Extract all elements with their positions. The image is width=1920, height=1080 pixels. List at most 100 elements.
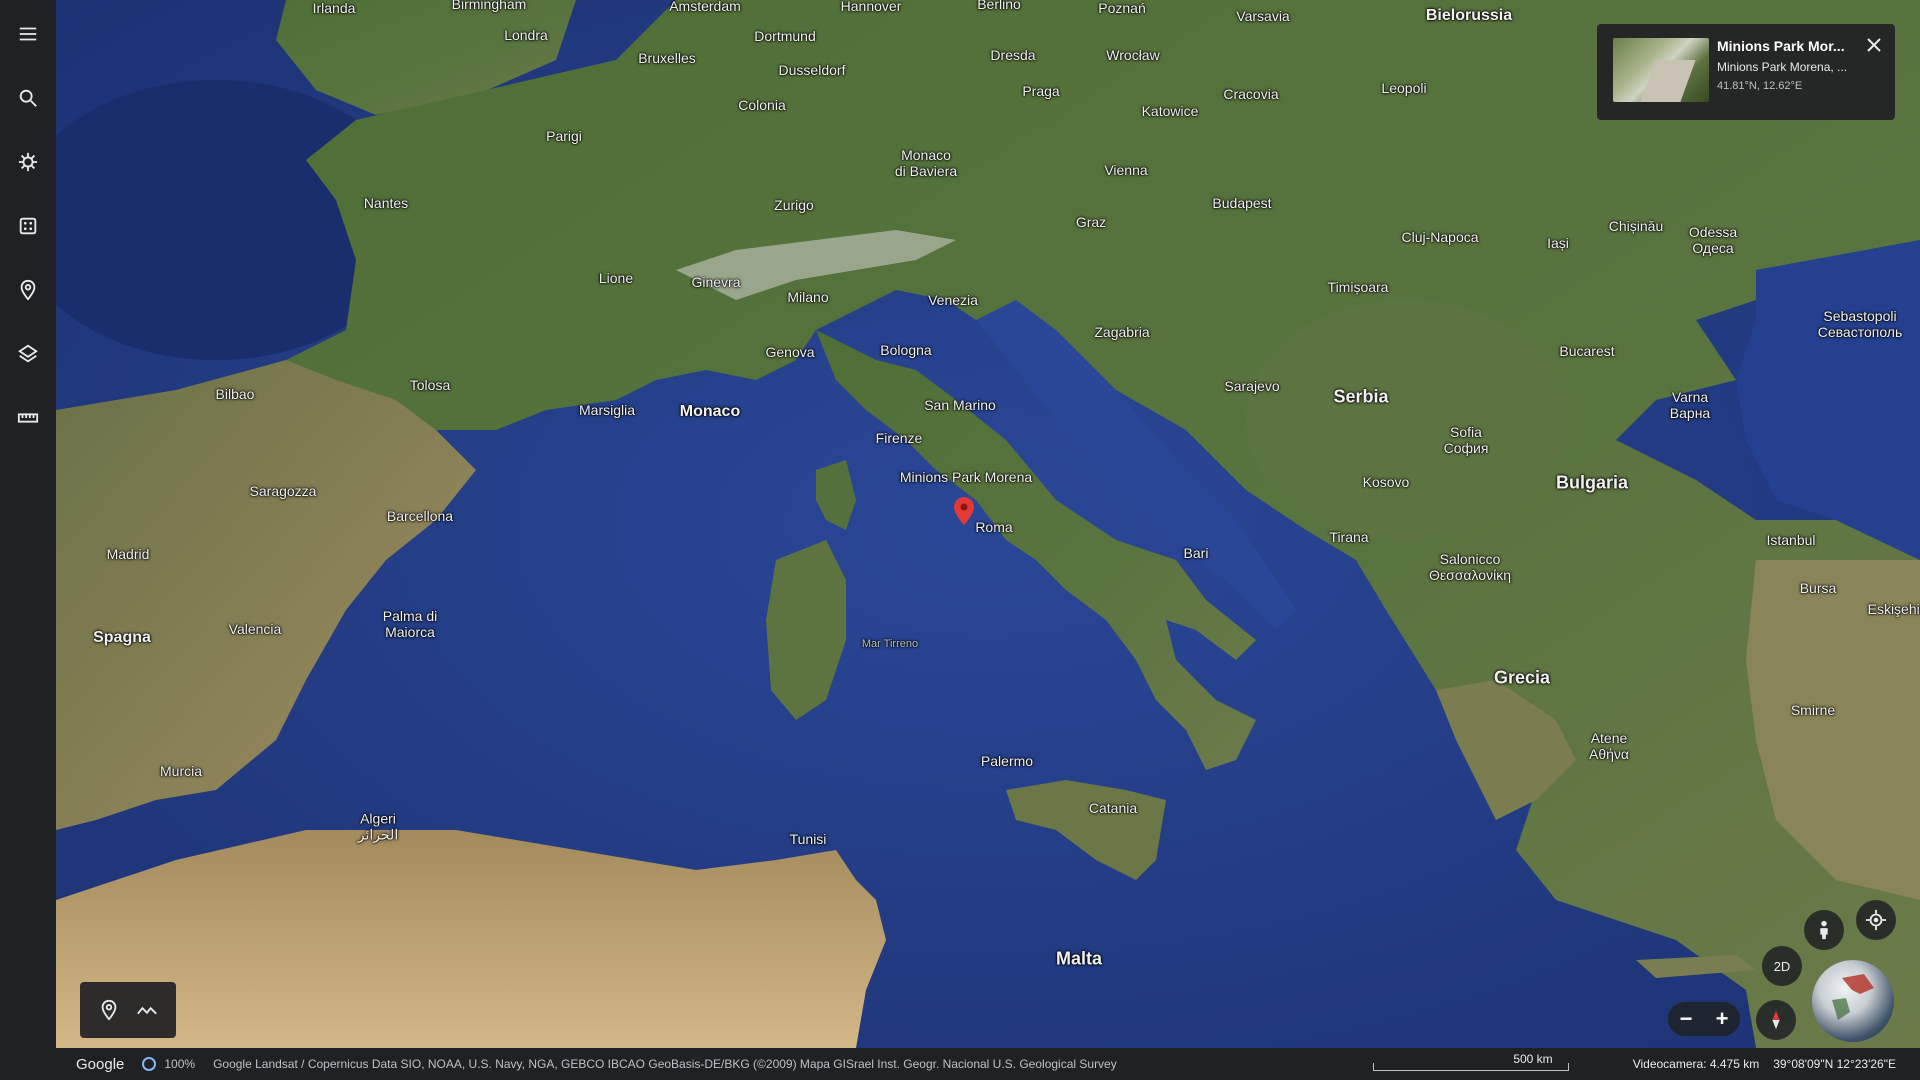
place-coordinates: 41.81°N, 12.62°E bbox=[1717, 80, 1803, 92]
place-label-bruxelles: Bruxelles bbox=[638, 50, 696, 66]
place-label-hannover: Hannover bbox=[840, 0, 902, 14]
pin-icon bbox=[20, 279, 36, 301]
compass-button[interactable] bbox=[1756, 1000, 1796, 1040]
place-label-zagabria: Zagabria bbox=[1094, 324, 1150, 340]
place-label-ginevra: Ginevra bbox=[691, 274, 741, 290]
place-label-graz: Graz bbox=[1075, 214, 1107, 230]
add-placemark-button[interactable] bbox=[95, 996, 123, 1024]
place-info-card[interactable]: Minions Park Mor... Minions Park Morena,… bbox=[1597, 24, 1895, 120]
loading-percentage: 100% bbox=[164, 1057, 196, 1071]
place-label-bursa: Bursa bbox=[1799, 580, 1837, 596]
place-label-varsavia: Varsavia bbox=[1236, 8, 1290, 24]
place-label-dusseldorf: Dusseldorf bbox=[778, 62, 846, 78]
place-thumbnail[interactable] bbox=[1613, 38, 1709, 102]
place-label-serbia: Serbia bbox=[1333, 386, 1389, 407]
place-label-odessa: Odessa Одеса bbox=[1688, 224, 1738, 256]
place-label-bologna: Bologna bbox=[880, 342, 932, 358]
status-bar: Google 100% Google Landsat / Copernicus … bbox=[56, 1048, 1920, 1080]
place-label-parigi: Parigi bbox=[546, 128, 582, 144]
place-label-lione: Lione bbox=[598, 270, 634, 286]
place-label-san-marino: San Marino bbox=[924, 397, 996, 413]
place-label-leopoli: Leopoli bbox=[1381, 80, 1427, 96]
place-label-irlanda: Irlanda bbox=[312, 0, 356, 16]
place-label-nantes: Nantes bbox=[363, 195, 409, 211]
camera-altitude: Videocamera: 4.475 km bbox=[1632, 1057, 1760, 1071]
close-card-button[interactable] bbox=[1865, 36, 1883, 54]
place-label-palma: Palma di Maiorca bbox=[382, 608, 438, 640]
my-location-icon bbox=[1865, 909, 1887, 931]
projects-button[interactable] bbox=[8, 270, 48, 310]
place-label-vienna: Vienna bbox=[1104, 162, 1148, 178]
place-label-salonicco: Salonicco Θεσσαλονίκη bbox=[1429, 551, 1511, 583]
street-view-button[interactable] bbox=[1804, 910, 1844, 950]
place-label-bari: Bari bbox=[1183, 545, 1209, 561]
draw-line-button[interactable] bbox=[133, 996, 161, 1024]
zoom-in-button[interactable]: + bbox=[1707, 1004, 1737, 1034]
place-label-mar-tirreno: Mar Tirreno bbox=[861, 638, 919, 650]
place-label-londra: Londra bbox=[504, 27, 548, 43]
place-label-bilbao: Bilbao bbox=[215, 386, 255, 402]
place-label-amsterdam: Amsterdam bbox=[669, 0, 741, 14]
place-label-tolosa: Tolosa bbox=[409, 377, 451, 393]
place-label-saragozza: Saragozza bbox=[249, 483, 317, 499]
place-label-dresda: Dresda bbox=[990, 47, 1036, 63]
google-logo: Google bbox=[76, 1055, 125, 1073]
place-label-wroclaw: Wrocław bbox=[1106, 47, 1160, 63]
add-placemark-icon bbox=[101, 999, 117, 1021]
place-label-dortmund: Dortmund bbox=[754, 28, 816, 44]
place-title: Minions Park Mor... bbox=[1717, 38, 1845, 54]
place-label-murcia: Murcia bbox=[159, 763, 203, 779]
place-label-venezia: Venezia bbox=[928, 292, 978, 308]
place-label-colonia: Colonia bbox=[738, 97, 786, 113]
place-label-smirne: Smirne bbox=[1790, 702, 1836, 718]
data-attribution[interactable]: Google Landsat / Copernicus Data SIO, NO… bbox=[213, 1057, 1117, 1071]
ruler-icon bbox=[17, 413, 39, 423]
feeling-lucky-button[interactable] bbox=[8, 206, 48, 246]
place-label-catania: Catania bbox=[1088, 800, 1138, 816]
place-label-atene: Atene Αθήνα bbox=[1588, 730, 1630, 762]
scale-bar: 500 km bbox=[1373, 1052, 1608, 1071]
place-label-malta: Malta bbox=[1055, 948, 1103, 969]
map-canvas[interactable]: Irlanda Birmingham Amsterdam Hannover Be… bbox=[56, 0, 1920, 1048]
drawing-tools bbox=[80, 982, 176, 1038]
place-label-istanbul: Istanbul bbox=[1766, 532, 1816, 548]
zoom-controls: − + bbox=[1668, 1002, 1740, 1036]
place-label-bulgaria: Bulgaria bbox=[1555, 472, 1629, 493]
place-label-zurigo: Zurigo bbox=[774, 197, 814, 213]
place-label-monaco: Monaco bbox=[679, 403, 741, 420]
close-icon bbox=[1867, 38, 1881, 52]
place-label-roma: Roma bbox=[975, 519, 1013, 535]
scale-label: 500 km bbox=[1513, 1052, 1553, 1066]
map-pin-icon bbox=[954, 497, 974, 525]
loading-indicator-icon bbox=[142, 1057, 157, 1071]
place-label-kosovo: Kosovo bbox=[1362, 474, 1410, 490]
place-subtitle: Minions Park Morena, ... bbox=[1717, 60, 1848, 74]
place-label-cracovia: Cracovia bbox=[1223, 86, 1279, 102]
place-label-marsiglia: Marsiglia bbox=[578, 402, 636, 418]
place-label-grecia: Grecia bbox=[1493, 667, 1551, 688]
menu-button[interactable] bbox=[8, 14, 48, 54]
place-label-valencia: Valencia bbox=[228, 621, 282, 637]
place-label-milano: Milano bbox=[787, 289, 829, 305]
map-style-button[interactable] bbox=[8, 334, 48, 374]
place-label-tirana: Tirana bbox=[1329, 529, 1369, 545]
place-label-berlino: Berlino bbox=[977, 0, 1021, 12]
search-button[interactable] bbox=[8, 78, 48, 118]
voyager-button[interactable] bbox=[8, 142, 48, 182]
place-label-iasi: Iași bbox=[1547, 235, 1569, 251]
zoom-out-button[interactable]: − bbox=[1671, 1004, 1701, 1034]
place-label-minions: Minions Park Morena bbox=[899, 469, 1033, 485]
pegman-icon bbox=[1820, 920, 1828, 940]
my-location-button[interactable] bbox=[1856, 900, 1896, 940]
search-icon bbox=[19, 89, 37, 107]
globe-view-button[interactable] bbox=[1812, 960, 1894, 1042]
placemark-pin[interactable] bbox=[954, 497, 974, 530]
place-label-birmingham: Birmingham bbox=[451, 0, 527, 12]
layers-icon bbox=[18, 344, 38, 363]
toggle-2d-button[interactable]: 2D bbox=[1762, 946, 1802, 986]
measure-button[interactable] bbox=[8, 398, 48, 438]
place-label-palermo: Palermo bbox=[980, 753, 1034, 769]
draw-line-icon bbox=[137, 1006, 157, 1015]
place-label-sebastopoli: Sebastopoli Севастополь bbox=[1817, 308, 1903, 340]
place-label-tunisi: Tunisi bbox=[789, 831, 827, 847]
